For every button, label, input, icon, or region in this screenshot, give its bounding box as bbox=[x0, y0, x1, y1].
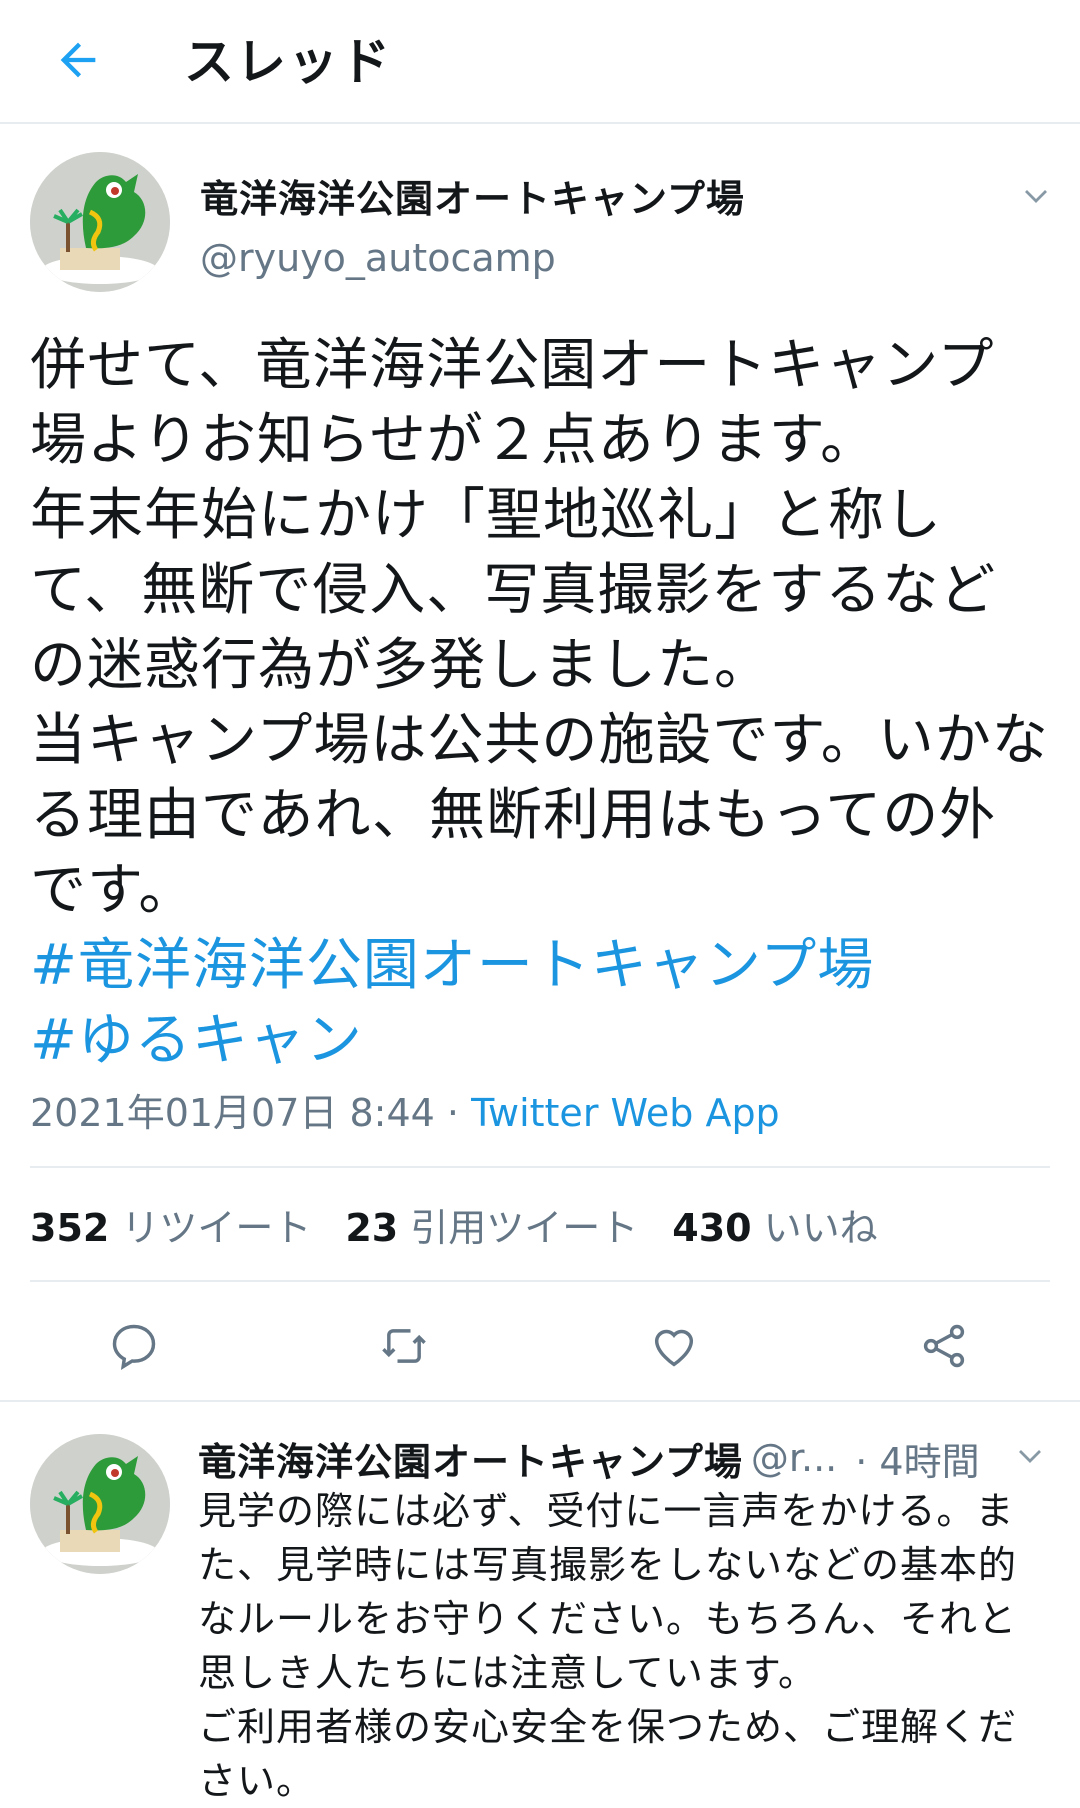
timestamp[interactable]: 2021年01月07日 8:44 bbox=[30, 1091, 435, 1135]
more-options-button[interactable] bbox=[1016, 176, 1056, 216]
chevron-down-icon bbox=[1025, 190, 1047, 203]
share-icon bbox=[923, 1324, 965, 1368]
stat-label: リツイート bbox=[121, 1205, 312, 1250]
stat-label: 引用ツイート bbox=[410, 1205, 639, 1250]
retweet-count[interactable]: 352 リツイート bbox=[30, 1197, 311, 1252]
reply-text: 見学の際には必ず、受付に一言声をかける。また、見学時には写真撮影をしないなどの基… bbox=[198, 1484, 1048, 1808]
reply-header: 竜洋海洋公園オートキャンプ場 @r... · 4時間 bbox=[198, 1430, 1048, 1486]
reply-icon bbox=[112, 1324, 156, 1371]
dragon-mascot-icon bbox=[30, 1434, 170, 1574]
dragon-mascot-icon bbox=[30, 152, 170, 292]
like-count[interactable]: 430 いいね bbox=[672, 1197, 877, 1252]
retweet-icon bbox=[382, 1329, 426, 1363]
author-handle[interactable]: @r... bbox=[751, 1436, 837, 1480]
reply-button[interactable] bbox=[102, 1314, 166, 1378]
source-link[interactable]: Twitter Web App bbox=[471, 1091, 780, 1135]
retweet-button[interactable] bbox=[372, 1314, 436, 1378]
stat-count: 23 bbox=[345, 1205, 399, 1250]
top-bar: スレッド bbox=[0, 0, 1080, 124]
stat-label: いいね bbox=[763, 1205, 878, 1250]
divider bbox=[30, 1280, 1050, 1282]
hashtag-link[interactable]: #ゆるキャン bbox=[30, 1003, 1050, 1078]
more-options-button[interactable] bbox=[1010, 1436, 1050, 1476]
like-button[interactable] bbox=[642, 1314, 706, 1378]
divider bbox=[30, 1166, 1050, 1168]
tweet-line: 年末年始にかけ「聖地巡礼」と称して、無断で侵入、写真撮影をするなどの迷惑行為が多… bbox=[30, 483, 997, 698]
tweet-line: 併せて、竜洋海洋公園オートキャンプ場よりお知らせが２点あります。 bbox=[30, 333, 995, 473]
tweet-line: 当キャンプ場は公共の施設です。いかなる理由であれ、無断利用はもっての外です。 bbox=[30, 708, 1049, 923]
tweet-stats: 352 リツイート 23 引用ツイート 430 いいね bbox=[30, 1194, 912, 1254]
author-name[interactable]: 竜洋海洋公園オートキャンプ場 bbox=[200, 168, 745, 223]
back-button[interactable] bbox=[40, 22, 116, 98]
author-handle[interactable]: @ryuyo_autocamp bbox=[200, 236, 556, 280]
avatar[interactable] bbox=[30, 152, 170, 292]
like-icon bbox=[654, 1329, 694, 1367]
stat-count: 352 bbox=[30, 1205, 110, 1250]
share-button[interactable] bbox=[912, 1314, 976, 1378]
reply-line: 見学の際には必ず、受付に一言声をかける。また、見学時には写真撮影をしないなどの基… bbox=[198, 1489, 1018, 1695]
avatar[interactable] bbox=[30, 1434, 170, 1574]
arrow-left-icon bbox=[60, 42, 96, 78]
page-title: スレッド bbox=[184, 33, 392, 91]
quote-tweet-count[interactable]: 23 引用ツイート bbox=[345, 1197, 638, 1252]
relative-time[interactable]: · 4時間 bbox=[855, 1431, 979, 1486]
action-bar bbox=[0, 1300, 1080, 1390]
thread-separator bbox=[0, 1400, 1080, 1402]
reply-line: ご利用者様の安心安全を保つため、ご理解ください。 bbox=[198, 1705, 1018, 1803]
chevron-down-icon bbox=[1019, 1450, 1041, 1463]
meta-separator: · bbox=[434, 1091, 472, 1135]
tweet-meta: 2021年01月07日 8:44 · Twitter Web App bbox=[30, 1082, 780, 1137]
hashtag-link[interactable]: #竜洋海洋公園オートキャンプ場 bbox=[30, 928, 1050, 1003]
stat-count: 430 bbox=[672, 1205, 752, 1250]
author-name[interactable]: 竜洋海洋公園オートキャンプ場 bbox=[198, 1431, 743, 1486]
tweet-text: 併せて、竜洋海洋公園オートキャンプ場よりお知らせが２点あります。 年末年始にかけ… bbox=[30, 328, 1050, 1078]
